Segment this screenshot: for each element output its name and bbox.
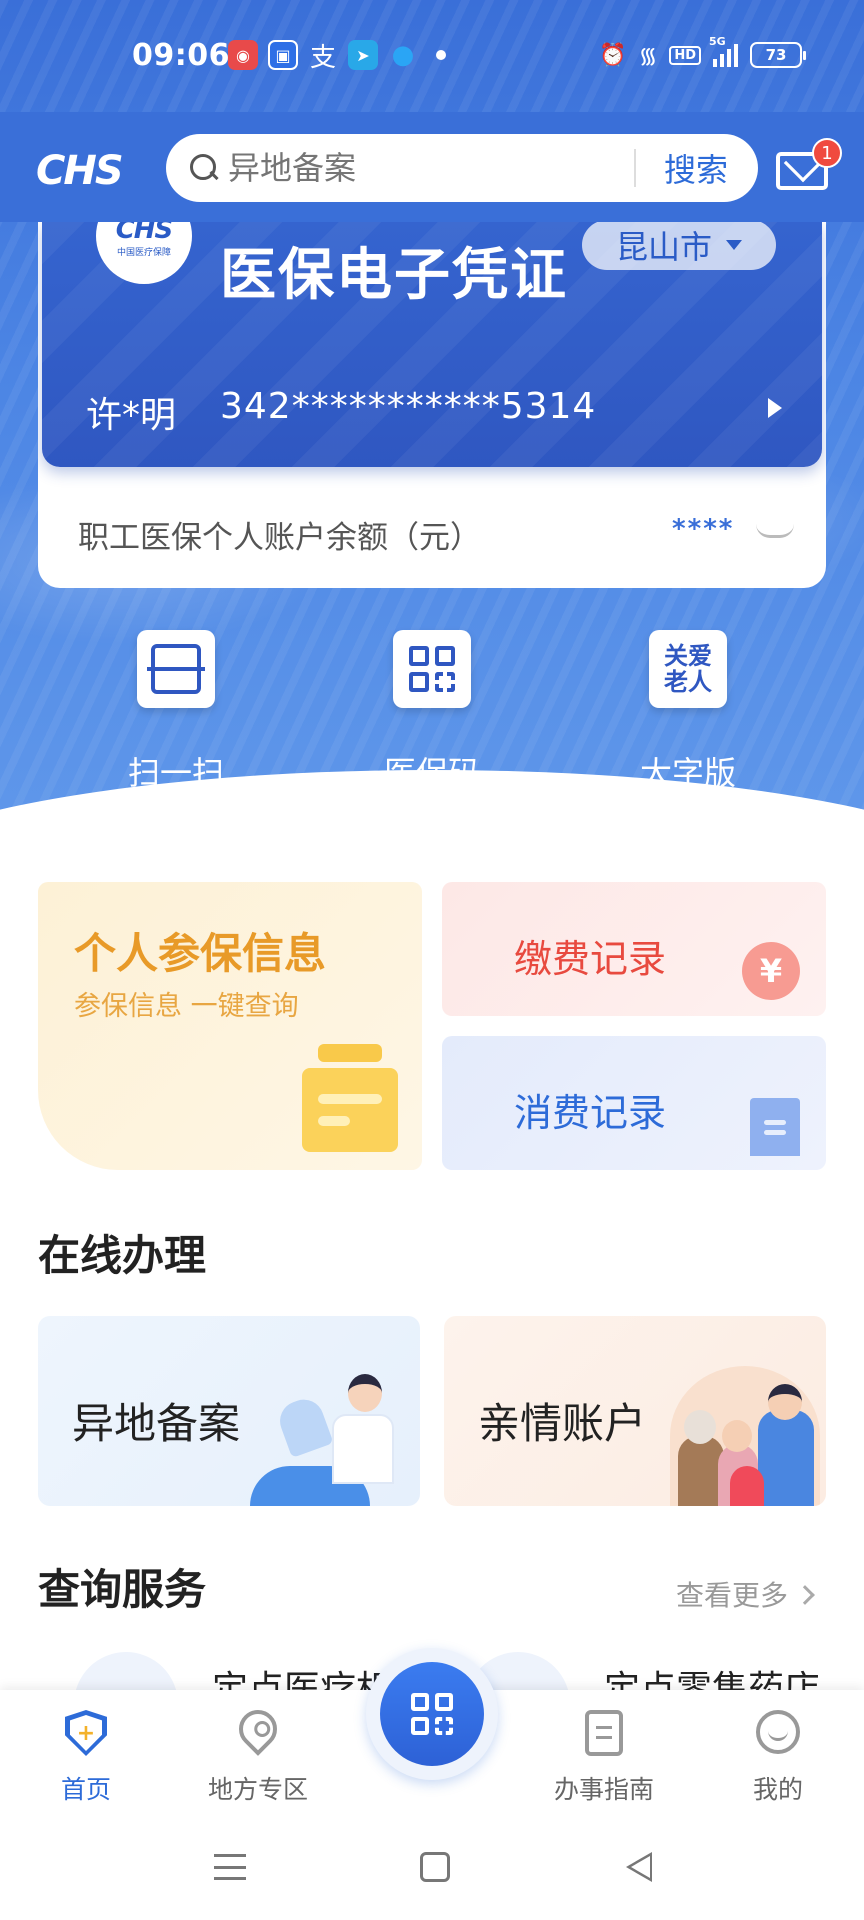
personal-insurance-subtitle: 参保信息 一键查询 [74, 991, 299, 1022]
online-section-title: 在线办理 [38, 1231, 207, 1280]
back-icon[interactable] [626, 1852, 652, 1882]
status-bar: 09:06 ◉ ▣ 支 ➤ ● ⏰ ᯾ HD 5G 73 [0, 0, 864, 112]
system-icons: ⏰ ᯾ HD 5G 73 [599, 35, 806, 70]
chs-logo: CHS [36, 148, 124, 194]
menu-icon[interactable] [214, 1854, 246, 1880]
quick-action-label: 大字版 [639, 754, 736, 792]
remote-filing-label: 异地备案 [72, 1399, 241, 1448]
alarm-icon: ⏰ [599, 42, 627, 68]
quick-action-elder[interactable]: 关爱 老人 大字版 [598, 630, 778, 794]
nav-mine[interactable]: 我的 [708, 1710, 848, 1806]
view-more-label: 查看更多 [676, 1579, 789, 1612]
system-nav-bar [0, 1820, 864, 1920]
quick-action-qr[interactable]: 医保码 [342, 630, 522, 794]
qr-code-icon [380, 1662, 484, 1766]
location-pin-icon [231, 1702, 285, 1758]
chs-card-logo: CHS 中国医疗保障 [96, 222, 192, 284]
payment-record-title: 缴费记录 [514, 937, 667, 981]
quick-action-scan[interactable]: 扫一扫 [86, 630, 266, 794]
mail-badge: 1 [812, 138, 842, 168]
card-logo-subtitle: 中国医疗保障 [116, 247, 171, 258]
insurance-card[interactable]: CHS 中国医疗保障 医保电子凭证 昆山市 许*明 342***********… [42, 222, 822, 467]
balance-value: **** [672, 514, 735, 544]
city-label: 昆山市 [615, 228, 712, 266]
receipt-icon [750, 1098, 800, 1156]
nav-guide[interactable]: 办事指南 [534, 1710, 674, 1806]
chevron-right-icon [795, 1585, 815, 1605]
folder-box-icon [302, 1044, 398, 1152]
balance-label: 职工医保个人账户余额（元） [78, 520, 481, 556]
search-icon [188, 152, 220, 184]
elder-care-icon: 关爱 老人 [649, 630, 727, 708]
nav-label: 办事指南 [553, 1775, 654, 1804]
elder-care-icon-text: 关爱 老人 [664, 642, 712, 696]
qq-notification-icon: ● [391, 40, 415, 70]
card-logo-mark: CHS [115, 222, 174, 245]
more-notifications-icon [436, 50, 446, 60]
alipay-notification-icon: 支 [309, 42, 336, 73]
payment-record-card[interactable]: 缴费记录 ¥ [442, 882, 826, 1016]
nav-label: 我的 [752, 1775, 803, 1804]
notification-icons: ◉ ▣ 支 ➤ ● [228, 40, 446, 73]
qr-code-fab[interactable] [366, 1648, 498, 1780]
family-account-card[interactable]: 亲情账户 [444, 1316, 826, 1506]
document-icon [580, 1710, 628, 1758]
app-notification-icon: ◉ [228, 40, 258, 70]
spending-record-title: 消费记录 [514, 1091, 667, 1135]
nav-label: 地方专区 [207, 1775, 308, 1804]
card-holder-name: 许*明 [86, 395, 177, 436]
query-item-label[interactable]: 定点医疗机 [212, 1660, 392, 1690]
quick-action-label: 扫一扫 [127, 754, 224, 792]
person-illustration [250, 1366, 400, 1506]
battery-icon: 73 [750, 42, 806, 68]
qr-code-icon [393, 630, 471, 708]
signal-icon: 5G [709, 35, 738, 67]
network-type: 5G [709, 35, 726, 48]
wifi-icon: ᯾ [638, 44, 658, 69]
scan-icon [137, 630, 215, 708]
nav-home[interactable]: + 首页 [16, 1710, 156, 1806]
remote-filing-card[interactable]: 异地备案 [38, 1316, 420, 1506]
search-input[interactable] [228, 149, 634, 187]
status-time: 09:06 [132, 38, 230, 73]
query-section-title: 查询服务 [38, 1565, 207, 1614]
app-header: CHS 搜索 1 [0, 112, 864, 222]
family-account-label: 亲情账户 [478, 1399, 647, 1448]
nav-label: 首页 [60, 1775, 111, 1804]
profile-face-icon [754, 1710, 802, 1758]
insurance-card-container: CHS 中国医疗保障 医保电子凭证 昆山市 许*明 342***********… [38, 222, 826, 588]
home-icon[interactable] [420, 1852, 450, 1882]
card-title: 医保电子凭证 [220, 243, 568, 308]
quick-action-label: 医保码 [383, 754, 480, 792]
chevron-right-icon[interactable] [768, 398, 782, 418]
hospital-service-icon[interactable] [74, 1652, 178, 1690]
baidu-notification-icon: ▣ [268, 40, 298, 70]
telegram-notification-icon: ➤ [348, 40, 378, 70]
personal-insurance-card[interactable]: 个人参保信息 参保信息 一键查询 [38, 882, 422, 1170]
home-shield-icon: + [62, 1710, 110, 1758]
card-id-number: 342***********5314 [220, 386, 597, 427]
search-button[interactable]: 搜索 [636, 145, 758, 191]
yen-icon: ¥ [742, 942, 800, 1000]
view-more-link[interactable]: 查看更多 [676, 1574, 815, 1614]
hd-icon: HD [669, 45, 701, 65]
quick-actions: 扫一扫 医保码 关爱 老人 大字版 [0, 630, 864, 792]
family-illustration [670, 1356, 820, 1506]
search-box[interactable]: 搜索 [166, 134, 758, 202]
query-item-label[interactable]: 定点零售药店 [604, 1660, 820, 1690]
city-selector[interactable]: 昆山市 [582, 222, 776, 270]
spending-record-card[interactable]: 消费记录 [442, 1036, 826, 1170]
personal-insurance-title: 个人参保信息 [74, 929, 327, 978]
nav-local-zone[interactable]: 地方专区 [188, 1702, 328, 1806]
caret-down-icon [726, 240, 742, 250]
eye-closed-icon[interactable] [756, 524, 794, 538]
